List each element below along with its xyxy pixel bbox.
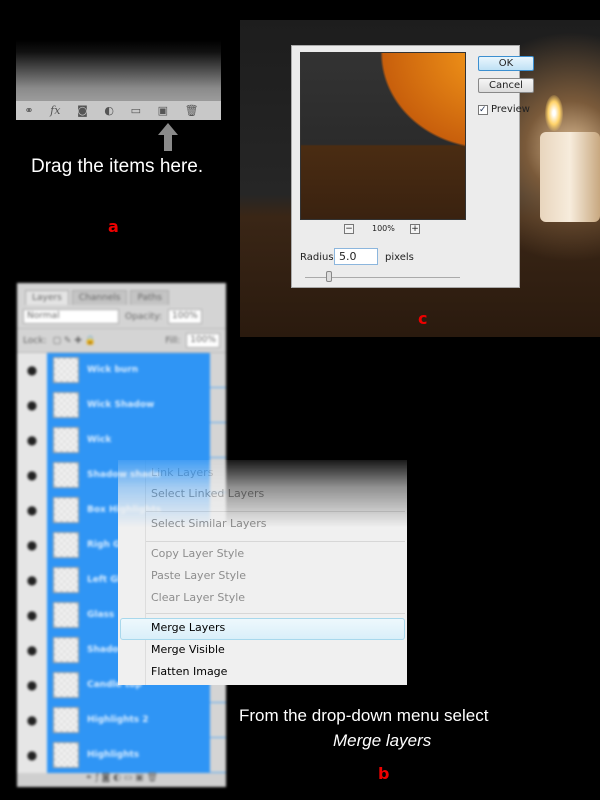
mask-icon[interactable]: ◙ (77, 104, 88, 117)
eye-icon[interactable]: ● (17, 632, 47, 668)
layer-selection[interactable]: Highlights 2 (47, 702, 210, 738)
radius-unit: pixels (385, 252, 414, 263)
layer-name: Highlights 2 (87, 715, 149, 725)
layer-row[interactable]: ● Highlights (17, 737, 226, 773)
menu-separator (146, 541, 405, 542)
label-a: a (108, 217, 119, 236)
eye-icon[interactable]: ● (17, 737, 47, 773)
blend-mode-select[interactable]: Normal (23, 309, 119, 324)
panel-footer-icons: ⚭ ƒ ◙ ◐ ▭ ▣ 🗑 (17, 773, 226, 787)
menu-item-flatten-image[interactable]: Flatten Image (151, 665, 227, 678)
caption-a: Drag the items here. (31, 156, 204, 177)
layer-name: Wick (87, 435, 112, 445)
layer-thumbnail (53, 392, 79, 418)
layer-row[interactable]: ● Highlights 2 (17, 702, 226, 738)
layer-context-menu: Link Layers Select Linked Layers Select Si… (118, 460, 407, 685)
radius-label: Radius: (300, 252, 337, 263)
footer-toolbar: ⚭ fx ◙ ◐ ▭ ▣ 🗑 (16, 100, 221, 120)
layer-thumbnail (53, 357, 79, 383)
layer-thumbnail (53, 707, 79, 733)
layer-row[interactable]: ● Wick burn (17, 352, 226, 388)
trash-icon[interactable]: 🗑 (185, 104, 199, 117)
lock-label: Lock: (23, 335, 47, 346)
eye-icon[interactable]: ● (17, 387, 47, 423)
menu-item-copy-layer-style[interactable]: Copy Layer Style (151, 547, 244, 560)
radius-input[interactable]: 5.0 (334, 248, 378, 265)
tab-paths[interactable]: Paths (130, 290, 169, 305)
eye-icon[interactable]: ● (17, 492, 47, 528)
preview-checkbox[interactable]: ✓ (478, 104, 488, 115)
lock-icons[interactable]: ▢ ✎ ✚ 🔒 (53, 336, 96, 346)
link-icon[interactable]: ⚭ (24, 104, 33, 117)
menu-item-paste-layer-style[interactable]: Paste Layer Style (151, 569, 246, 582)
layer-thumbnail (53, 462, 79, 488)
layer-selection[interactable]: Wick Shadow (47, 387, 210, 423)
menu-item-link-layers[interactable]: Link Layers (151, 466, 213, 479)
layer-selection[interactable]: Wick burn (47, 352, 210, 388)
adjustment-icon[interactable]: ◐ (104, 104, 114, 117)
label-b: b (378, 764, 390, 783)
layer-thumbnail (53, 742, 79, 768)
label-c: c (418, 309, 428, 328)
layer-row[interactable]: ● Wick Shadow (17, 387, 226, 423)
menu-item-merge-visible[interactable]: Merge Visible (151, 643, 225, 656)
new-layer-icon[interactable]: ▣ (158, 104, 168, 117)
zoom-in-button[interactable]: + (410, 224, 420, 234)
fill-label: Fill: (165, 335, 181, 346)
candle-flame (545, 95, 563, 131)
layer-name: Wick Shadow (87, 400, 155, 410)
zoom-out-button[interactable]: − (344, 224, 354, 234)
caption-b-line2: Merge layers (333, 731, 432, 750)
caption-b-line1: From the drop-down menu select (239, 706, 489, 725)
layers-panel-footer: ⚭ fx ◙ ◐ ▭ ▣ 🗑 (16, 40, 221, 120)
layer-thumbnail (53, 427, 79, 453)
layer-thumbnail (53, 637, 79, 663)
fill-field[interactable]: 100% (186, 333, 220, 348)
fx-icon[interactable]: fx (50, 104, 60, 117)
layer-thumbnail (53, 672, 79, 698)
preview-label: Preview (491, 104, 530, 115)
layer-thumbnail (53, 532, 79, 558)
preview-option[interactable]: ✓ Preview (478, 104, 530, 115)
menu-item-select-similar-layers[interactable]: Select Similar Layers (151, 517, 266, 530)
opacity-label: Opacity: (125, 311, 162, 322)
gaussian-blur-dialog: OK Cancel ✓ Preview − 100% + Radius: 5.0… (291, 45, 534, 288)
radius-slider-handle[interactable] (326, 271, 332, 282)
eye-icon[interactable]: ● (17, 667, 47, 703)
folder-icon[interactable]: ▭ (131, 104, 141, 117)
layer-name: Wick burn (87, 365, 139, 375)
eye-icon[interactable]: ● (17, 562, 47, 598)
blur-preview[interactable] (300, 52, 466, 220)
layer-thumbnail (53, 567, 79, 593)
tab-channels[interactable]: Channels (71, 290, 128, 305)
tab-layers[interactable]: Layers (25, 290, 69, 305)
ok-button[interactable]: OK (478, 56, 534, 71)
eye-icon[interactable]: ● (17, 352, 47, 388)
layer-selection[interactable]: Highlights (47, 737, 210, 773)
layer-thumbnail (53, 497, 79, 523)
layer-name: Glass (87, 610, 115, 620)
layer-selection[interactable]: Wick (47, 422, 210, 458)
candle (540, 132, 600, 222)
cancel-button[interactable]: Cancel (478, 78, 534, 93)
opacity-field[interactable]: 100% (168, 309, 202, 324)
layer-row[interactable]: ● Wick (17, 422, 226, 458)
eye-icon[interactable]: ● (17, 422, 47, 458)
menu-separator (146, 613, 405, 614)
menu-item-merge-layers[interactable]: Merge Layers (151, 621, 225, 634)
zoom-level: 100% (372, 224, 395, 233)
menu-separator (146, 511, 405, 512)
eye-icon[interactable]: ● (17, 457, 47, 493)
eye-icon[interactable]: ● (17, 527, 47, 563)
menu-item-select-linked-layers[interactable]: Select Linked Layers (151, 487, 264, 500)
layer-thumbnail (53, 602, 79, 628)
eye-icon[interactable]: ● (17, 702, 47, 738)
arrow-up-icon (158, 123, 178, 151)
layer-name: Highlights (87, 750, 140, 760)
menu-item-clear-layer-style[interactable]: Clear Layer Style (151, 591, 245, 604)
eye-icon[interactable]: ● (17, 597, 47, 633)
